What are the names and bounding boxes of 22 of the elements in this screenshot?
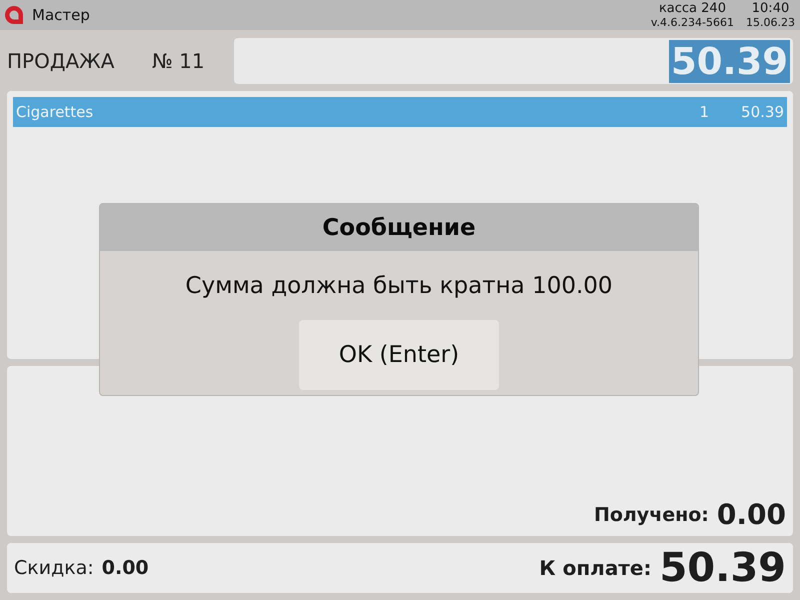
- register-number: касса 240: [658, 1, 726, 16]
- clock-time: 10:40: [752, 1, 790, 16]
- amount-due: 50.39: [659, 545, 786, 591]
- item-quantity: 1: [698, 103, 709, 121]
- received-amount: 0.00: [716, 498, 786, 531]
- item-row[interactable]: Cigarettes 1 50.39: [13, 97, 787, 127]
- dialog-message: Сумма должна быть кратна 100.00: [185, 273, 613, 300]
- receipt-number: № 11: [152, 49, 205, 73]
- discount-label: Скидка:: [14, 557, 94, 579]
- amount-field[interactable]: 50.39: [234, 38, 793, 84]
- ok-button[interactable]: OK (Enter): [299, 320, 499, 390]
- app-name: Мастер: [32, 6, 90, 24]
- date-text: 15.06.23: [746, 16, 795, 29]
- received-label: Получено:: [594, 504, 709, 526]
- discount-amount: 0.00: [102, 557, 149, 579]
- version-text: v.4.6.234-5661: [650, 16, 734, 29]
- dialog-title: Сообщение: [100, 204, 698, 251]
- logo-icon: [4, 5, 24, 25]
- item-sum: 50.39: [740, 103, 784, 121]
- item-name: Cigarettes: [16, 103, 94, 121]
- amount-due-label: К оплате:: [539, 556, 652, 580]
- operation-title: ПРОДАЖА: [7, 49, 116, 73]
